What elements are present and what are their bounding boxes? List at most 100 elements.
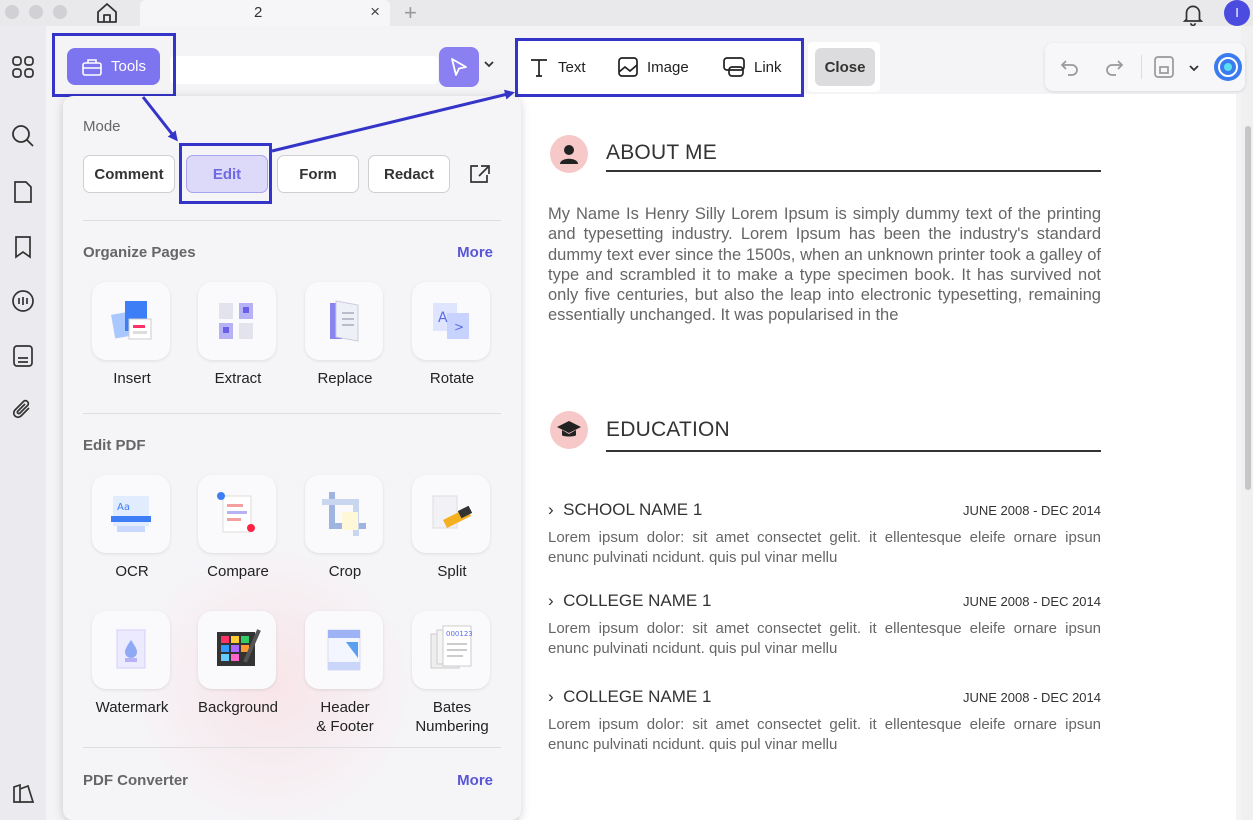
organize-title: Organize Pages xyxy=(83,244,196,261)
new-tab-button[interactable]: + xyxy=(404,0,417,26)
extract-tile[interactable] xyxy=(198,282,276,360)
chevron-right-icon: › xyxy=(548,500,554,519)
window-minimize-dot[interactable] xyxy=(29,5,43,19)
home-icon xyxy=(95,1,119,25)
edit-toolbar-highlight xyxy=(515,38,804,97)
header-footer-label: Header & Footer xyxy=(290,698,400,736)
chevron-right-icon: › xyxy=(548,687,554,706)
education-name-text: COLLEGE NAME 1 xyxy=(563,687,711,706)
compare-label: Compare xyxy=(183,562,293,581)
svg-text:>: > xyxy=(454,320,464,334)
bookmark-icon[interactable] xyxy=(10,234,36,260)
education-date: JUNE 2008 - DEC 2014 xyxy=(963,503,1101,518)
rotate-icon: A> xyxy=(423,293,479,349)
insert-label: Insert xyxy=(77,369,187,388)
background-tile[interactable] xyxy=(198,611,276,689)
toolbar-strip xyxy=(170,56,438,84)
vertical-scrollbar[interactable] xyxy=(1245,126,1251,490)
svg-text:000123: 000123 xyxy=(446,630,473,638)
grid-icon[interactable] xyxy=(10,54,36,80)
mode-title: Mode xyxy=(83,118,121,135)
compare-tile[interactable] xyxy=(198,475,276,553)
watermark-tile[interactable] xyxy=(92,611,170,689)
save-icon[interactable] xyxy=(1153,55,1175,79)
bates-numbering-label: Bates Numbering xyxy=(397,698,507,736)
page-icon[interactable] xyxy=(10,179,36,205)
window-zoom-dot[interactable] xyxy=(53,5,67,19)
redo-icon[interactable] xyxy=(1104,57,1124,77)
watermark-icon xyxy=(103,622,159,678)
pdf-page xyxy=(519,94,1236,820)
svg-text:Aa: Aa xyxy=(117,502,130,513)
external-icon[interactable] xyxy=(468,163,492,185)
document-tab[interactable]: 2 × xyxy=(140,0,390,26)
education-name-text: COLLEGE NAME 1 xyxy=(563,591,711,610)
chevron-down-icon[interactable] xyxy=(483,58,495,70)
close-button[interactable]: Close xyxy=(815,48,875,86)
replace-tile[interactable] xyxy=(305,282,383,360)
tools-label: Tools xyxy=(111,58,146,75)
mode-redact-button[interactable]: Redact xyxy=(368,155,450,193)
divider xyxy=(83,413,501,414)
divider xyxy=(83,220,501,221)
insert-tile[interactable] xyxy=(92,282,170,360)
split-icon xyxy=(423,486,479,542)
pdf-converter-title: PDF Converter xyxy=(83,772,188,789)
bates-numbering-icon: 000123 xyxy=(423,622,479,678)
toolbar-divider xyxy=(1141,55,1142,79)
education-desc: Lorem ipsum dolor: sit amet consectet ge… xyxy=(548,528,1101,568)
tab-title: 2 xyxy=(254,4,262,21)
graduation-cap-icon xyxy=(556,419,582,441)
undo-icon[interactable] xyxy=(1060,57,1080,77)
search-icon[interactable] xyxy=(10,123,36,149)
edit-pdf-title: Edit PDF xyxy=(83,437,146,454)
split-tile[interactable] xyxy=(412,475,490,553)
converter-more-link[interactable]: More xyxy=(457,772,493,789)
tab-close-button[interactable]: × xyxy=(370,2,380,22)
select-tool-button[interactable] xyxy=(439,47,479,87)
left-rail xyxy=(0,26,46,820)
ocr-icon: Aa xyxy=(103,486,159,542)
window-close-dot[interactable] xyxy=(5,5,19,19)
tools-panel: Mode Comment Edit Form Redact Organize P… xyxy=(63,96,521,820)
split-label: Split xyxy=(397,562,507,581)
crop-tile[interactable] xyxy=(305,475,383,553)
avatar[interactable]: I xyxy=(1224,0,1250,26)
education-name: › COLLEGE NAME 1 xyxy=(548,687,711,707)
rotate-label: Rotate xyxy=(397,369,507,388)
about-rule xyxy=(606,170,1101,172)
paperclip-icon[interactable] xyxy=(10,397,36,423)
divider xyxy=(83,747,501,748)
education-desc: Lorem ipsum dolor: sit amet consectet ge… xyxy=(548,715,1101,755)
cursor-icon xyxy=(448,56,470,78)
extract-label: Extract xyxy=(183,369,293,388)
comment-icon[interactable] xyxy=(10,288,36,314)
education-heading: EDUCATION xyxy=(606,418,730,442)
about-paragraph: My Name Is Henry Silly Lorem Ipsum is si… xyxy=(548,204,1101,326)
education-name: › COLLEGE NAME 1 xyxy=(548,591,711,611)
tools-button[interactable]: Tools xyxy=(67,48,160,85)
organize-more-link[interactable]: More xyxy=(457,244,493,261)
header-footer-tile[interactable] xyxy=(305,611,383,689)
chevron-right-icon: › xyxy=(548,591,554,610)
edit-mode-highlight xyxy=(179,143,272,204)
ocr-tile[interactable]: Aa xyxy=(92,475,170,553)
rotate-tile[interactable]: A> xyxy=(412,282,490,360)
person-icon xyxy=(558,143,580,165)
toolbox-icon xyxy=(81,57,103,77)
ai-assistant-icon[interactable] xyxy=(1213,52,1243,82)
bates-numbering-tile[interactable]: 000123 xyxy=(412,611,490,689)
crop-icon xyxy=(316,486,372,542)
replace-label: Replace xyxy=(290,369,400,388)
compare-icon xyxy=(209,486,265,542)
education-date: JUNE 2008 - DEC 2014 xyxy=(963,594,1101,609)
chevron-down-icon[interactable] xyxy=(1188,62,1200,74)
right-toolbar xyxy=(1045,43,1245,91)
layers-icon[interactable] xyxy=(10,781,36,807)
mode-comment-button[interactable]: Comment xyxy=(83,155,175,193)
replace-icon xyxy=(316,293,372,349)
title-bar: 2 × + I xyxy=(0,0,1253,26)
home-tab[interactable] xyxy=(78,0,136,26)
form-icon[interactable] xyxy=(10,343,36,369)
mode-form-button[interactable]: Form xyxy=(277,155,359,193)
